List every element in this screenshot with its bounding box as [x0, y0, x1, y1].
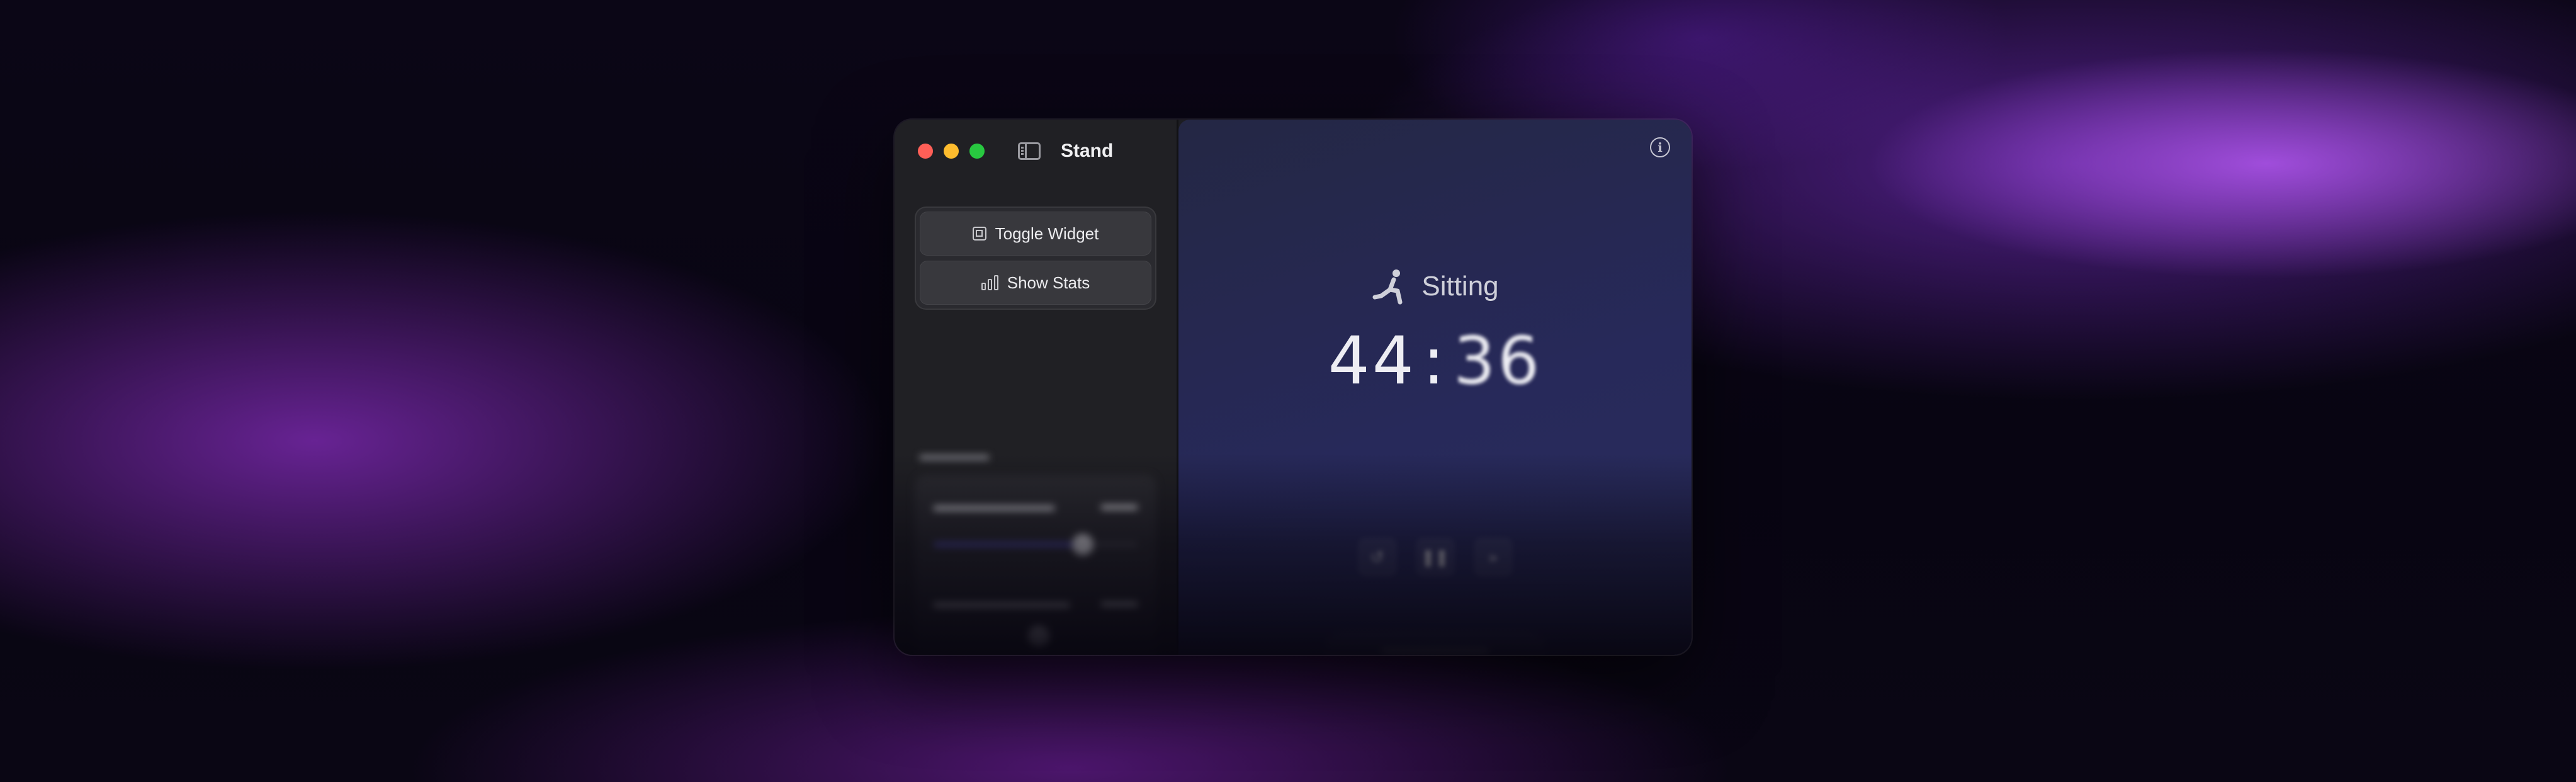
setting-slider[interactable] [934, 534, 1138, 555]
main-panel: i Sitting 44:36 ↺ ❚❚ » ▬▬▬▬▬▬▬ [1178, 120, 1692, 655]
timer-minutes: 44 [1328, 322, 1416, 399]
countdown-timer: 44:36 [1178, 322, 1692, 399]
sidebar-action-group: Toggle Widget Show Stats [915, 207, 1156, 310]
chart-bar-icon [981, 275, 998, 290]
window-title: Stand [1061, 140, 1114, 161]
setting-row-label: ▬▬▬▬▬▬▬▬▬ [934, 594, 1070, 611]
close-window-button[interactable] [918, 144, 933, 159]
timer-seconds: 36 [1454, 322, 1542, 399]
blurred-switch-button[interactable]: ▬▬▬▬▬▬▬ [1325, 631, 1545, 655]
posture-status-label: Sitting [1421, 271, 1499, 302]
slider-knob[interactable] [1072, 534, 1094, 555]
settings-group: ▬▬▬▬▬▬▬▬ ▬▬▬▬ ▬▬▬▬▬▬▬▬▬ ▬▬▬▬ [915, 475, 1156, 655]
settings-section-heading: ▬▬▬▬▬ [920, 447, 989, 463]
skip-icon[interactable]: » [1473, 538, 1513, 577]
info-icon[interactable]: i [1650, 137, 1670, 157]
reset-icon[interactable]: ↺ [1357, 538, 1397, 577]
timer-controls: ↺ ❚❚ » [1178, 538, 1692, 577]
sitting-person-icon [1372, 269, 1403, 305]
show-stats-button[interactable]: Show Stats [920, 261, 1151, 305]
sidebar: Stand Toggle Widget Show Stats ▬▬▬▬▬ ▬▬▬… [895, 120, 1178, 655]
setting-row-value: ▬▬▬▬ [1101, 497, 1138, 515]
maximize-window-button[interactable] [969, 144, 985, 159]
minimize-window-button[interactable] [944, 144, 959, 159]
slider-knob[interactable] [1028, 626, 1049, 647]
pause-icon[interactable]: ❚❚ [1415, 538, 1455, 577]
toggle-widget-label: Toggle Widget [995, 224, 1099, 243]
show-stats-label: Show Stats [1007, 273, 1090, 292]
setting-row-value: ▬▬▬▬ [1101, 594, 1138, 612]
toggle-widget-button[interactable]: Toggle Widget [920, 212, 1151, 256]
posture-status: Sitting [1178, 268, 1692, 305]
window-controls [918, 144, 985, 159]
setting-row-label: ▬▬▬▬▬▬▬▬ [934, 497, 1054, 514]
timer-separator: : [1422, 322, 1448, 399]
app-window: Stand Toggle Widget Show Stats ▬▬▬▬▬ ▬▬▬… [895, 120, 1692, 655]
sidebar-toggle-icon[interactable] [1018, 142, 1041, 160]
widget-icon [972, 227, 986, 241]
